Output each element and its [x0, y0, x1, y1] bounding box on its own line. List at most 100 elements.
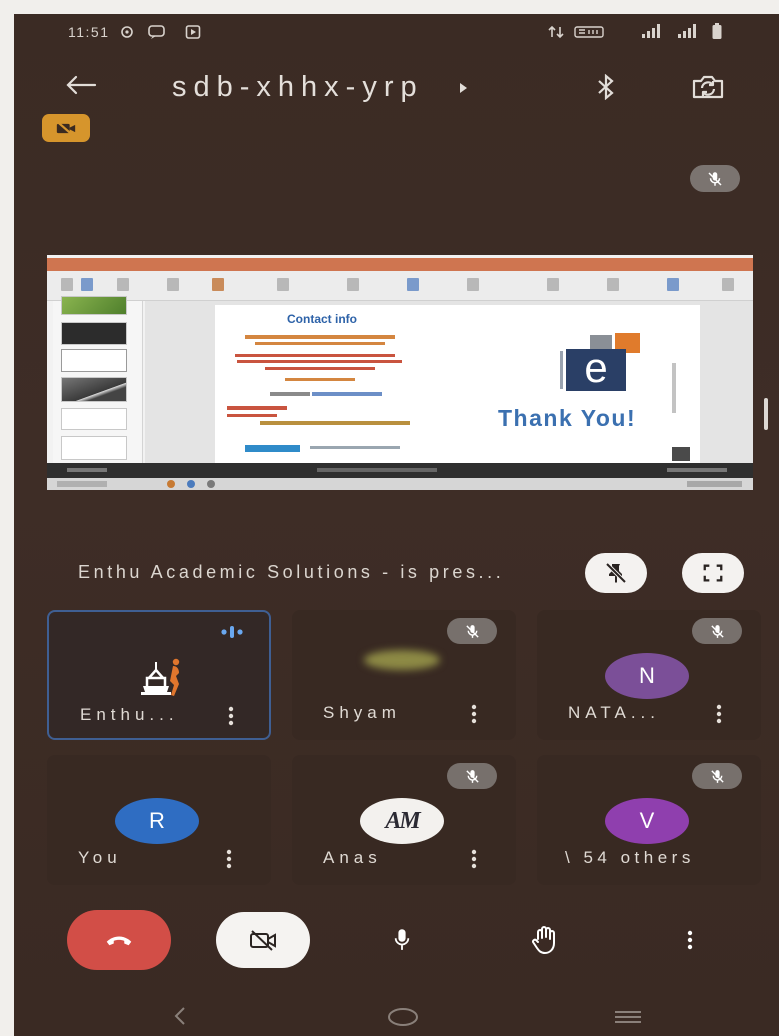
- slide-title: Contact info: [287, 312, 357, 326]
- chevron-right-icon[interactable]: [458, 81, 468, 99]
- end-call-button[interactable]: [67, 910, 171, 970]
- raise-hand-button[interactable]: [523, 918, 567, 962]
- shared-screen-presentation[interactable]: Contact info e Thank You!: [47, 255, 753, 490]
- slide-thumbnail-panel: [53, 296, 143, 463]
- slide-text-line: [285, 378, 355, 381]
- status-item: [667, 468, 727, 472]
- fullscreen-button[interactable]: [682, 553, 744, 593]
- participant-name: NATA...: [568, 703, 660, 722]
- participant-tile[interactable]: Enthu...: [47, 610, 271, 740]
- participant-name: Enthu...: [80, 705, 179, 724]
- ribbon: [47, 271, 753, 301]
- slide-text-line: [235, 354, 395, 357]
- slide-thumbnail: [61, 296, 127, 315]
- participant-tile[interactable]: AM Anas: [292, 755, 516, 885]
- ribbon-icon: [407, 278, 419, 291]
- muted-indicator: [692, 763, 742, 789]
- nav-recents-icon[interactable]: [612, 1006, 644, 1033]
- unpin-icon: [604, 561, 628, 585]
- taskbar: [47, 478, 753, 490]
- more-vertical-icon[interactable]: [715, 703, 723, 725]
- nav-home-icon[interactable]: [386, 1006, 420, 1033]
- status-item: [67, 468, 107, 472]
- slide-text-line: [265, 367, 375, 370]
- slide-thumbnail: [61, 349, 127, 372]
- camera-off-icon: [55, 120, 77, 136]
- unpin-button[interactable]: [585, 553, 647, 593]
- taskbar-item: [687, 481, 742, 487]
- ribbon-icon: [467, 278, 479, 291]
- camera-toggle-button[interactable]: [216, 912, 310, 968]
- participant-name: Anas: [323, 848, 382, 867]
- raise-hand-icon: [531, 925, 559, 955]
- media-notification-icon: [185, 24, 201, 45]
- scroll-indicator[interactable]: [764, 398, 768, 430]
- meeting-code-title[interactable]: sdb-xhhx-yrp: [172, 70, 424, 104]
- slide-text-line: [312, 392, 382, 396]
- participant-tile[interactable]: V \ 54 others: [537, 755, 761, 885]
- taskbar-item: [57, 481, 107, 487]
- app-status-bar: [47, 463, 753, 478]
- taskbar-item: [167, 480, 175, 488]
- slide-vertical-text: [672, 363, 676, 413]
- signal-icon: [676, 23, 698, 44]
- back-arrow-icon[interactable]: [65, 74, 97, 101]
- participant-name: You: [78, 848, 122, 867]
- more-vertical-icon[interactable]: [225, 848, 233, 870]
- enthu-logo-icon: [135, 656, 189, 705]
- fullscreen-icon: [702, 562, 724, 584]
- mic-off-icon: [464, 768, 481, 785]
- ribbon-icon: [722, 278, 734, 291]
- participant-tile[interactable]: Shyam: [292, 610, 516, 740]
- muted-indicator: [692, 618, 742, 644]
- bluetooth-icon[interactable]: [597, 73, 615, 105]
- slide-closing-text: Thank You!: [498, 405, 637, 431]
- battery-icon: [711, 22, 723, 45]
- slide-thumbnail: [61, 408, 127, 430]
- more-options-button[interactable]: [670, 918, 710, 962]
- more-vertical-icon[interactable]: [227, 705, 235, 727]
- participant-video: [364, 650, 440, 670]
- slide-link-button: [245, 445, 300, 452]
- mic-icon: [393, 927, 411, 953]
- slide-text-line: [237, 360, 402, 363]
- current-slide: Contact info e Thank You!: [215, 305, 700, 463]
- ribbon-icon: [81, 278, 93, 291]
- participant-tile[interactable]: N NATA...: [537, 610, 761, 740]
- phone-screenshot: 11:51 sdb-xhhx-yrp Contact info e Thank …: [0, 0, 779, 1036]
- ribbon-icon: [117, 278, 129, 291]
- more-vertical-icon[interactable]: [470, 703, 478, 725]
- camera-off-icon: [248, 929, 278, 951]
- switch-camera-icon[interactable]: [690, 72, 726, 107]
- ribbon-icon: [667, 278, 679, 291]
- taskbar-item: [187, 480, 195, 488]
- slide-thumbnail: [61, 436, 127, 460]
- mic-off-icon: [464, 623, 481, 640]
- avatar: N: [605, 653, 689, 699]
- ribbon-icon: [61, 278, 73, 291]
- mic-off-icon: [709, 768, 726, 785]
- nav-back-icon[interactable]: [172, 1005, 188, 1032]
- phone-hangup-icon: [104, 933, 134, 947]
- self-mic-off-badge: [690, 165, 740, 192]
- slide-text-line: [270, 392, 310, 396]
- slide-text-line: [227, 414, 277, 417]
- slide-thumbnail: [61, 377, 127, 402]
- muted-indicator: [447, 763, 497, 789]
- avatar: R: [115, 798, 199, 844]
- slide-thumbnail: [61, 322, 127, 345]
- more-vertical-icon[interactable]: [470, 848, 478, 870]
- taskbar-item: [207, 480, 215, 488]
- speaking-indicator: [212, 622, 252, 642]
- participant-name: Shyam: [323, 703, 401, 722]
- ribbon-icon: [212, 278, 224, 291]
- mic-off-icon: [706, 170, 724, 188]
- mic-button[interactable]: [380, 918, 424, 962]
- ribbon-icon: [607, 278, 619, 291]
- volte-icon: [574, 25, 604, 44]
- ribbon-icon: [347, 278, 359, 291]
- self-camera-off-badge[interactable]: [42, 114, 90, 142]
- participant-tile[interactable]: R You: [47, 755, 271, 885]
- slide-text-line: [245, 335, 395, 339]
- slide-text-line: [227, 406, 287, 410]
